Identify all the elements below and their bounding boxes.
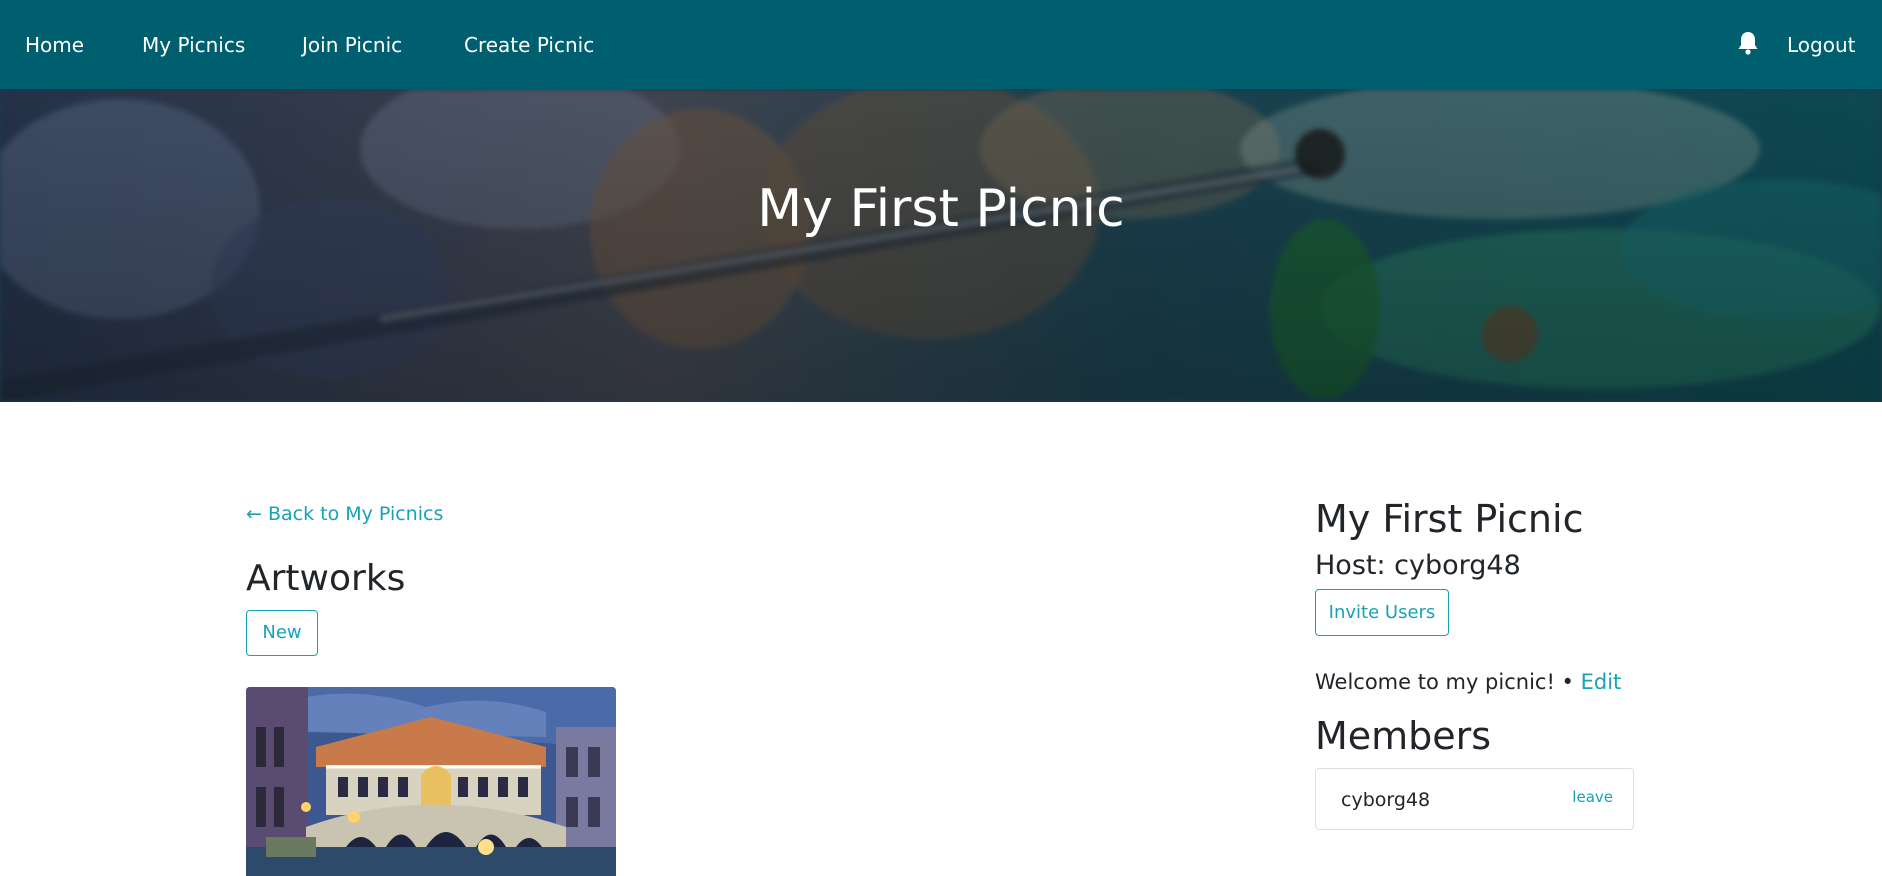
hero-banner: My First Picnic <box>0 89 1882 402</box>
nav-join-picnic-link[interactable]: Join Picnic <box>302 30 402 60</box>
nav-create-picnic-link[interactable]: Create Picnic <box>464 30 594 60</box>
picnic-description-text: Welcome to my picnic! • <box>1315 670 1581 694</box>
edit-description-link[interactable]: Edit <box>1581 670 1622 694</box>
nav-home-link[interactable]: Home <box>25 30 84 60</box>
picnic-title: My First Picnic <box>1315 497 1584 541</box>
new-artwork-button[interactable]: New <box>246 610 318 656</box>
member-list-item: cyborg48 leave <box>1315 768 1634 830</box>
artwork-painting <box>246 687 616 876</box>
hero-title: My First Picnic <box>757 179 1125 239</box>
top-navbar: Home My Picnics Join Picnic Create Picni… <box>0 0 1882 89</box>
back-to-my-picnics-link[interactable]: ← Back to My Picnics <box>246 500 443 528</box>
leave-picnic-link[interactable]: leave <box>1572 787 1613 807</box>
invite-users-button[interactable]: Invite Users <box>1315 589 1449 636</box>
host-line: Host: cyborg48 <box>1315 550 1521 581</box>
artworks-heading: Artworks <box>246 558 406 599</box>
nav-my-picnics-link[interactable]: My Picnics <box>142 30 245 60</box>
picnic-description: Welcome to my picnic! • Edit <box>1315 667 1621 697</box>
logout-link[interactable]: Logout <box>1787 30 1855 60</box>
bell-icon[interactable] <box>1736 30 1760 56</box>
artwork-card-image[interactable] <box>246 687 616 876</box>
members-heading: Members <box>1315 714 1492 758</box>
member-name: cyborg48 <box>1341 789 1431 811</box>
hero-background-image <box>0 89 1882 402</box>
